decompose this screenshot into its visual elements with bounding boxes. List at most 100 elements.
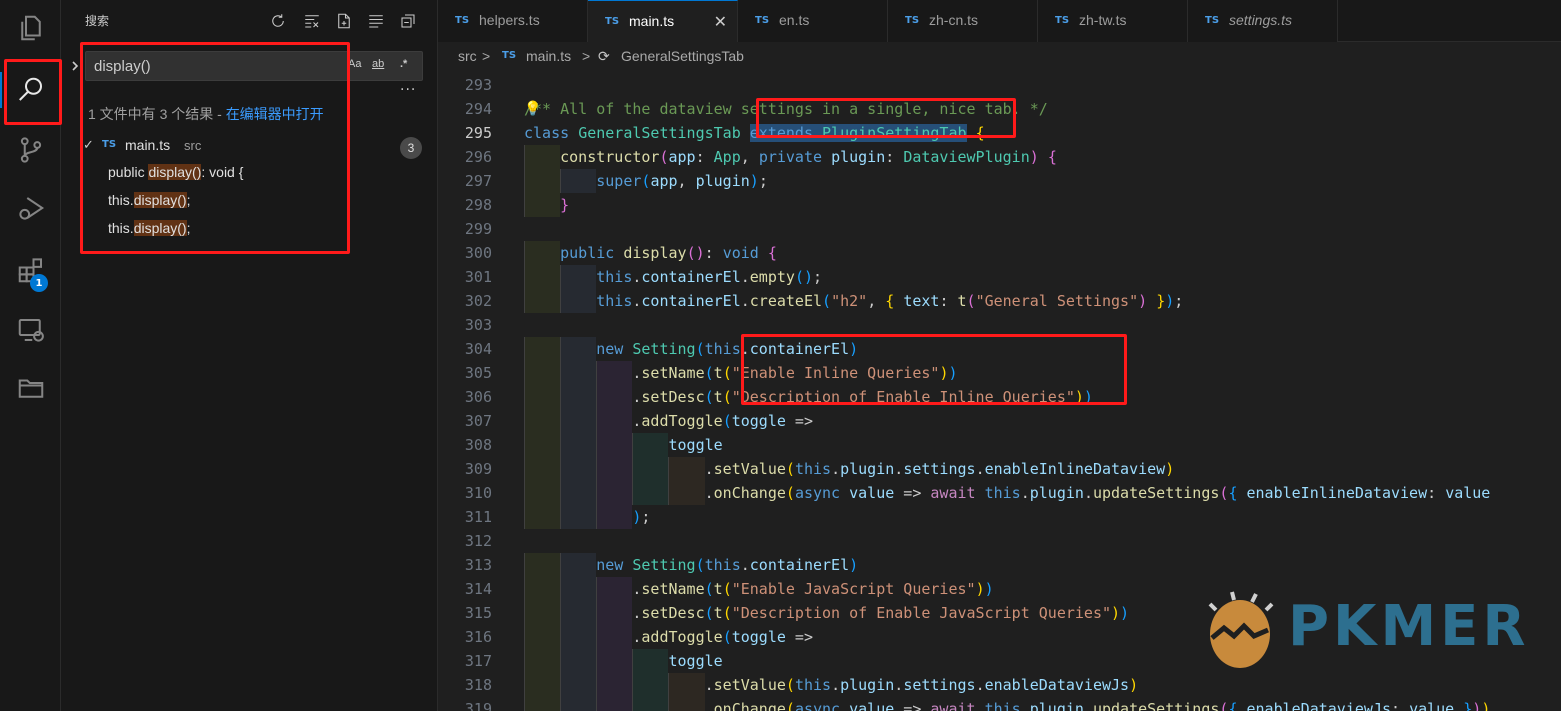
line-number: 311 [464, 508, 492, 526]
code-line: ); [632, 508, 651, 526]
breadcrumb-folder[interactable]: src [458, 48, 477, 64]
tab-label: en.ts [779, 12, 810, 28]
sidebar-title: 搜索 [85, 14, 110, 28]
new-file-icon [338, 13, 350, 29]
tab-zh-cn-ts[interactable]: TS zh-cn.ts [888, 0, 1038, 42]
tab-helpers-ts[interactable]: TS helpers.ts [438, 0, 588, 42]
line-number: 296 [464, 148, 492, 166]
pkmer-wordmark: PKMER [1288, 594, 1530, 659]
code-line: constructor(app: App, private plugin: Da… [560, 148, 1057, 166]
editor-tab-bar: TS helpers.ts TS main.ts ✕ TS en.ts TS z… [438, 0, 1561, 42]
line-number: 304 [464, 340, 492, 358]
extensions-badge: 1 [30, 274, 48, 292]
code-line: super(app, plugin); [596, 172, 768, 190]
code-line: this.containerEl.empty(); [596, 268, 823, 286]
match-whole-word-toggle[interactable]: ab [372, 58, 384, 70]
line-number: 313 [464, 556, 492, 574]
typescript-file-icon: TS [755, 15, 770, 26]
code-line: .onChange(async value => await this.plug… [524, 484, 1491, 502]
line-number: 319 [464, 700, 492, 711]
code-line: public display(): void { [560, 244, 777, 262]
code-line: .onChange(async value => await this.plug… [524, 700, 1491, 711]
match-case-toggle[interactable]: Aa [348, 58, 361, 70]
remote-explorer-icon [18, 319, 44, 342]
extensions-button[interactable]: 1 [0, 246, 61, 294]
typescript-file-icon: TS [502, 50, 517, 61]
tab-en-ts[interactable]: TS en.ts [738, 0, 888, 42]
line-number: 301 [464, 268, 492, 286]
annotation-box-search-results [80, 42, 350, 254]
tab-zh-tw-ts[interactable]: TS zh-tw.ts [1038, 0, 1188, 42]
line-number: 309 [464, 460, 492, 478]
tab-main-ts[interactable]: TS main.ts ✕ [588, 0, 738, 42]
folder-icon [18, 379, 43, 398]
code-line: .setDesc(t("Description of Enable JavaSc… [524, 604, 1130, 622]
line-number: 306 [464, 388, 492, 406]
line-number: 302 [464, 292, 492, 310]
refresh-icon [272, 14, 284, 27]
lightbulb-icon[interactable]: 💡 [524, 97, 541, 121]
line-number: 303 [464, 316, 492, 334]
result-count-badge: 3 [400, 137, 422, 159]
explorer-button[interactable] [0, 4, 61, 52]
folder-button[interactable] [0, 364, 61, 412]
line-number: 316 [464, 628, 492, 646]
source-control-icon [20, 137, 41, 163]
line-number: 297 [464, 172, 492, 190]
line-number: 300 [464, 244, 492, 262]
code-line: new Setting(this.containerEl) [596, 556, 859, 574]
run-debug-button[interactable] [0, 184, 61, 232]
new-search-editor-button[interactable] [333, 10, 355, 32]
collapse-all-icon [401, 14, 415, 28]
line-number: 318 [464, 676, 492, 694]
view-as-tree-button[interactable] [365, 10, 387, 32]
tab-label: zh-cn.ts [929, 12, 979, 28]
code-line: toggle [668, 652, 723, 670]
code-line: .addToggle(toggle => [524, 412, 813, 430]
typescript-file-icon: TS [1205, 15, 1220, 26]
annotation-box-extends [756, 98, 1016, 138]
files-icon [20, 15, 41, 41]
tab-label: zh-tw.ts [1079, 12, 1127, 28]
line-number: 310 [464, 484, 492, 502]
line-number: 308 [464, 436, 492, 454]
code-line: .setValue(this.plugin.settings.enableDat… [524, 676, 1139, 694]
toggle-search-details-button[interactable]: ··· [400, 82, 416, 98]
pkmer-logo-icon [1208, 591, 1274, 668]
line-number: 294 [464, 100, 492, 118]
annotation-box-inline-queries [741, 334, 1127, 405]
line-number: 299 [464, 220, 492, 238]
refresh-button[interactable] [267, 10, 289, 32]
code-line: .setName(t("Enable JavaScript Queries")) [524, 580, 994, 598]
typescript-file-icon: TS [905, 15, 920, 26]
code-line: } [560, 196, 570, 214]
tab-settings-ts[interactable]: TS settings.ts [1188, 0, 1338, 42]
breadcrumb-symbol[interactable]: GeneralSettingsTab [621, 48, 744, 64]
close-icon[interactable]: ✕ [714, 12, 727, 31]
code-line: this.containerEl.createEl("h2", { text: … [596, 292, 1184, 310]
clear-all-icon [305, 15, 319, 28]
list-icon [369, 15, 383, 28]
typescript-file-icon: TS [1055, 15, 1070, 26]
line-number: 293 [464, 76, 492, 94]
code-line: .addToggle(toggle => [524, 628, 813, 646]
line-number: 305 [464, 364, 492, 382]
tab-label: settings.ts [1229, 12, 1293, 28]
line-number: 307 [464, 412, 492, 430]
line-number: 295 [464, 124, 492, 142]
collapse-all-button[interactable] [397, 10, 419, 32]
clear-results-button[interactable] [301, 10, 323, 32]
line-number: 298 [464, 196, 492, 214]
remote-explorer-button[interactable] [0, 306, 61, 354]
breadcrumb-separator: > [482, 48, 491, 64]
pkmer-watermark: PKMER [1198, 588, 1538, 673]
typescript-file-icon: TS [605, 16, 620, 27]
source-control-button[interactable] [0, 126, 61, 174]
breadcrumb-separator: > [582, 48, 591, 64]
use-regex-toggle[interactable]: .* [400, 58, 407, 70]
code-line: toggle [668, 436, 723, 454]
annotation-box-search-icon [4, 59, 62, 125]
line-number: 312 [464, 532, 492, 550]
breadcrumb-file[interactable]: main.ts [526, 48, 571, 64]
code-line: .setValue(this.plugin.settings.enableInl… [524, 460, 1175, 478]
